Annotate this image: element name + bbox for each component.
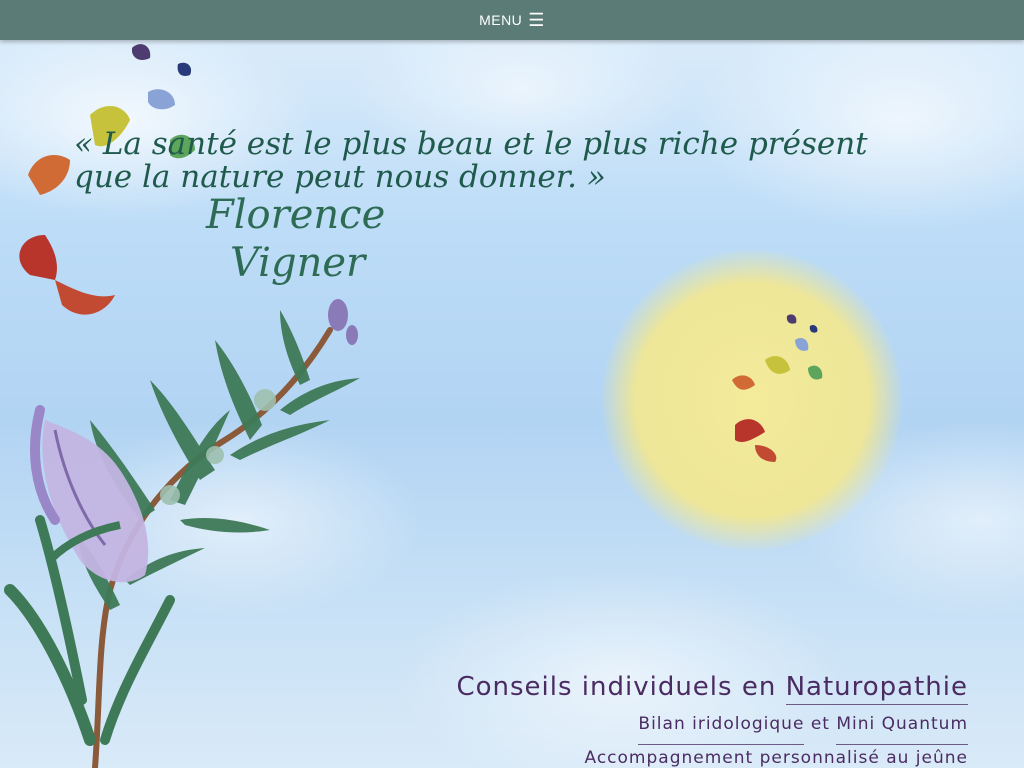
hamburger-icon: ☰ (528, 10, 545, 30)
mini-quantum-link[interactable]: Mini Quantum (836, 714, 968, 745)
top-navbar: MENU ☰ (0, 0, 1024, 40)
hero-quote: « La santé est le plus beau et le plus r… (74, 128, 874, 194)
logo-line1: Florence (206, 192, 386, 238)
quote-text: La santé est le plus beau et le plus ric… (74, 126, 868, 195)
bilan-iridologique-link[interactable]: Bilan iridologique (638, 714, 805, 745)
tagline-and: et (810, 714, 830, 734)
menu-toggle[interactable]: MENU ☰ (479, 11, 545, 29)
quote-close-mark: » (586, 159, 606, 195)
jeune-link[interactable]: Accompagnement personnalisé au jeûne (585, 748, 969, 768)
tagline-prefix: Conseils individuels en (456, 672, 786, 702)
tagline-title: Conseils individuels en Naturopathie (456, 672, 968, 705)
naturopathie-link[interactable]: Naturopathie (785, 672, 968, 705)
tagline-jeune: Accompagnement personnalisé au jeûne (585, 748, 969, 768)
site-logo[interactable]: Florence Vigner (200, 192, 385, 312)
quote-open-mark: « (74, 126, 93, 162)
butterflies-sun (732, 314, 823, 462)
tagline-services: Bilan iridologique et Mini Quantum (638, 714, 968, 745)
logo-line2: Vigner (230, 240, 366, 286)
nature-illustration (4, 44, 823, 768)
menu-label: MENU (479, 12, 523, 28)
